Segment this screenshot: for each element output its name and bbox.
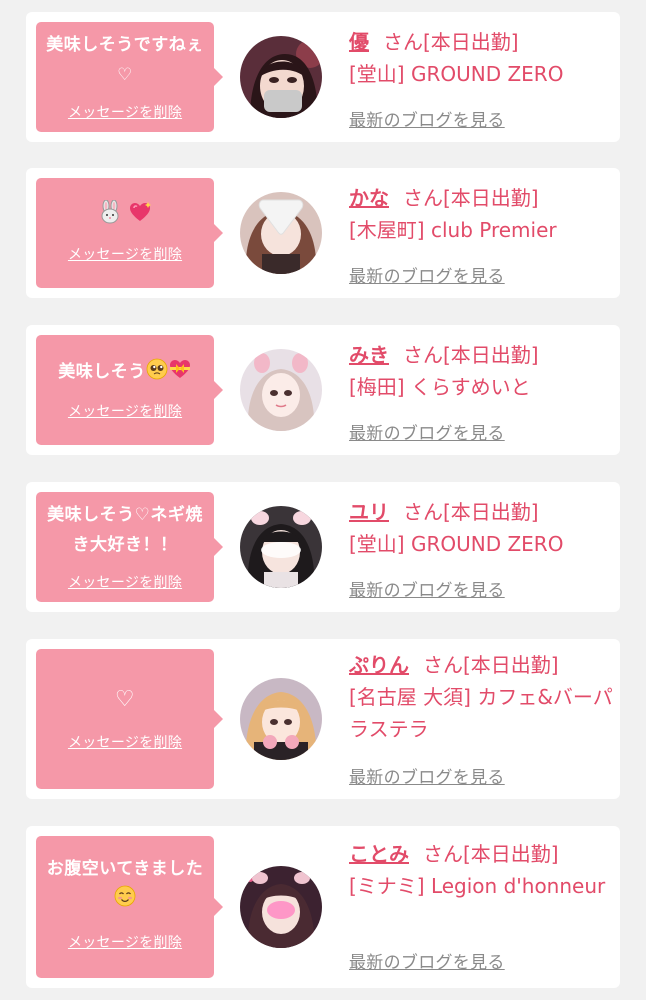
cast-status: さん[本日出勤] <box>403 186 539 210</box>
cast-name-link[interactable]: 優 <box>349 30 369 54</box>
avatar[interactable] <box>240 678 322 760</box>
store-name: [堂山] GROUND ZERO <box>349 532 564 556</box>
cast-info: みき さん[本日出勤] [梅田] くらすめいと <box>349 339 614 403</box>
delete-message-link[interactable]: メッセージを削除 <box>36 932 214 952</box>
cast-status: さん[本日出勤] <box>423 842 559 866</box>
cast-info: ぷりん さん[本日出勤] [名古屋 大須] カフェ&バーパラステラ <box>349 649 614 745</box>
message-bubble: 美味しそう♡ネギ焼き大好き！！ メッセージを削除 <box>36 492 223 602</box>
message-card: ♡ メッセージを削除 ぷりん さん[本日出勤] [名古屋 大須] カフェ&バーパラ… <box>26 639 620 799</box>
latest-blog-link[interactable]: 最新のブログを見る <box>349 576 505 601</box>
cast-info: ことみ さん[本日出勤] [ミナミ] Legion d'honneur <box>349 838 614 902</box>
rabbit-face-emoji <box>98 199 122 234</box>
cast-info: ユリ さん[本日出勤] [堂山] GROUND ZERO <box>349 496 614 560</box>
avatar[interactable] <box>240 349 322 431</box>
cast-status: さん[本日出勤] <box>383 30 519 54</box>
avatar[interactable] <box>240 192 322 274</box>
sparkling-heart-emoji <box>128 200 152 234</box>
message-text <box>42 186 208 234</box>
message-card: 美味しそう メッセージを削除 みき さん[本日出勤] [梅田] くらすめいと 最… <box>26 325 620 455</box>
latest-blog-link[interactable]: 最新のブログを見る <box>349 262 505 287</box>
avatar[interactable] <box>240 866 322 948</box>
message-bubble: 美味しそうですねぇ♡ メッセージを削除 <box>36 22 223 132</box>
message-text-content: お腹空いてきました <box>46 859 204 879</box>
cast-status: さん[本日出勤] <box>403 500 539 524</box>
cast-name-link[interactable]: ユリ <box>349 500 389 524</box>
latest-blog-link[interactable]: 最新のブログを見る <box>349 106 505 131</box>
message-text: 美味しそう♡ネギ焼き大好き！！ <box>47 505 203 555</box>
message-card: メッセージを削除 かな さん[本日出勤] [木屋町] club Premier 最… <box>26 168 620 298</box>
smiling-face-emoji <box>114 885 136 917</box>
delete-message-link[interactable]: メッセージを削除 <box>36 401 214 421</box>
message-bubble: ♡ メッセージを削除 <box>36 649 223 789</box>
store-name: [梅田] くらすめいと <box>349 375 531 399</box>
cast-name-link[interactable]: ことみ <box>349 842 409 866</box>
store-name: [堂山] GROUND ZERO <box>349 62 564 86</box>
delete-message-link[interactable]: メッセージを削除 <box>36 572 214 592</box>
pleading-face-emoji <box>146 358 168 390</box>
delete-message-link[interactable]: メッセージを削除 <box>36 102 214 122</box>
heart-with-ribbon-emoji <box>168 358 192 390</box>
message-text: ♡ <box>114 687 136 712</box>
message-text: お腹空いてきました <box>42 844 208 917</box>
message-text: 美味しそうですねぇ♡ <box>46 35 204 85</box>
message-text-content: 美味しそう <box>58 362 146 382</box>
cast-info: 優さん[本日出勤] [堂山] GROUND ZERO <box>349 26 614 90</box>
message-bubble: お腹空いてきました メッセージを削除 <box>36 836 223 978</box>
store-name: [ミナミ] Legion d'honneur <box>349 874 606 898</box>
cast-info: かな さん[本日出勤] [木屋町] club Premier <box>349 182 614 246</box>
latest-blog-link[interactable]: 最新のブログを見る <box>349 763 505 788</box>
cast-name-link[interactable]: かな <box>349 186 389 210</box>
avatar[interactable] <box>240 36 322 118</box>
message-card: 美味しそう♡ネギ焼き大好き！！ メッセージを削除 ユリ さん[本日出勤] [堂山]… <box>26 482 620 612</box>
cast-name-link[interactable]: みき <box>349 343 389 367</box>
message-text: 美味しそう <box>42 343 208 390</box>
cast-status: さん[本日出勤] <box>423 653 559 677</box>
store-name: [木屋町] club Premier <box>349 218 557 242</box>
avatar[interactable] <box>240 506 322 588</box>
delete-message-link[interactable]: メッセージを削除 <box>36 244 214 264</box>
message-bubble: メッセージを削除 <box>36 178 223 288</box>
message-card: お腹空いてきました メッセージを削除 ことみ さん[本日出勤] [ミナミ] Le… <box>26 826 620 988</box>
store-name: [名古屋 大須] カフェ&バーパラステラ <box>349 685 613 741</box>
message-card: 美味しそうですねぇ♡ メッセージを削除 優さん[本日出勤] [堂山] GROUN… <box>26 12 620 142</box>
message-bubble: 美味しそう メッセージを削除 <box>36 335 223 445</box>
cast-name-link[interactable]: ぷりん <box>349 653 409 677</box>
latest-blog-link[interactable]: 最新のブログを見る <box>349 419 505 444</box>
latest-blog-link[interactable]: 最新のブログを見る <box>349 948 505 973</box>
cast-status: さん[本日出勤] <box>403 343 539 367</box>
delete-message-link[interactable]: メッセージを削除 <box>36 732 214 752</box>
